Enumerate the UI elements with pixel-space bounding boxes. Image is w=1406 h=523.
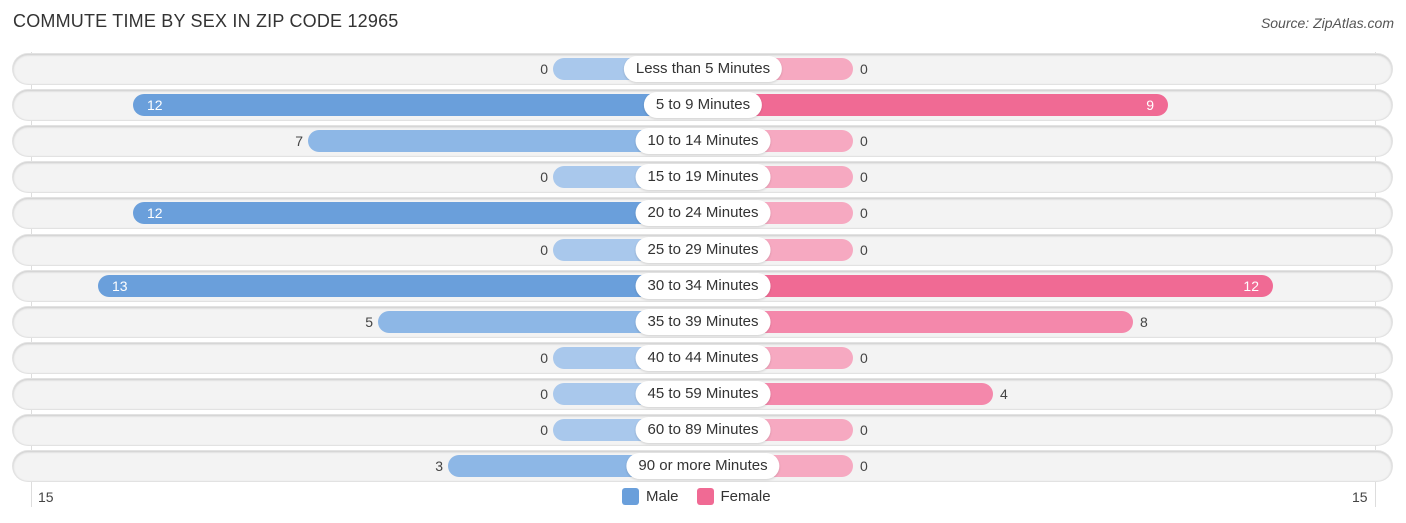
value-label-female: 0 (860, 241, 868, 258)
value-label-female: 12 (1243, 277, 1259, 294)
legend-item-female: Female (696, 488, 771, 505)
legend: Male Female (622, 488, 771, 505)
value-label-female: 0 (860, 349, 868, 366)
value-label-male: 13 (112, 277, 128, 294)
category-label: 10 to 14 Minutes (635, 128, 771, 155)
bar-female (703, 274, 1273, 297)
value-label-male: 0 (540, 349, 548, 366)
bar-male (133, 202, 703, 225)
category-label: 20 to 24 Minutes (635, 200, 771, 227)
legend-swatch-male (622, 488, 639, 505)
value-label-male: 3 (435, 458, 443, 475)
value-label-female: 0 (860, 133, 868, 150)
axis-right-max-label: 15 (1352, 489, 1368, 505)
value-label-female: 0 (860, 169, 868, 186)
value-label-male: 0 (540, 169, 548, 186)
category-label: 45 to 59 Minutes (635, 380, 771, 407)
category-label: 25 to 29 Minutes (635, 236, 771, 263)
value-label-male: 7 (295, 133, 303, 150)
value-label-female: 4 (1000, 385, 1008, 402)
value-label-male: 12 (147, 205, 163, 222)
value-label-female: 0 (860, 422, 868, 438)
value-label-female: 0 (860, 458, 868, 475)
legend-swatch-female (696, 488, 714, 505)
category-label: 35 to 39 Minutes (635, 308, 771, 335)
value-label-male: 5 (365, 313, 373, 330)
bar-female (703, 94, 1168, 117)
value-label-female: 8 (1140, 313, 1148, 330)
value-label-female: 0 (860, 205, 868, 222)
value-label-male: 0 (540, 61, 548, 77)
bar-male (133, 94, 703, 117)
axis-left-max-label: 15 (38, 489, 54, 505)
legend-label-male: Male (646, 488, 679, 505)
value-label-female: 0 (860, 61, 868, 77)
category-label: 30 to 34 Minutes (635, 272, 771, 299)
value-label-male: 12 (147, 97, 163, 114)
value-label-female: 9 (1146, 97, 1154, 114)
value-label-male: 0 (540, 241, 548, 258)
value-label-male: 0 (540, 422, 548, 438)
category-label: Less than 5 Minutes (623, 56, 783, 82)
category-label: 40 to 44 Minutes (635, 344, 771, 371)
chart-area: 0 0 Less than 5 Minutes 12 9 5 to 9 Minutes 7 0… (0, 0, 1406, 523)
legend-label-female: Female (720, 488, 771, 505)
legend-item-male: Male (622, 488, 679, 505)
value-label-male: 0 (540, 385, 548, 402)
category-label: 5 to 9 Minutes (643, 92, 763, 119)
category-label: 15 to 19 Minutes (635, 164, 771, 191)
category-label: 90 or more Minutes (626, 453, 780, 480)
category-label: 60 to 89 Minutes (635, 417, 771, 443)
bar-male (98, 274, 703, 297)
